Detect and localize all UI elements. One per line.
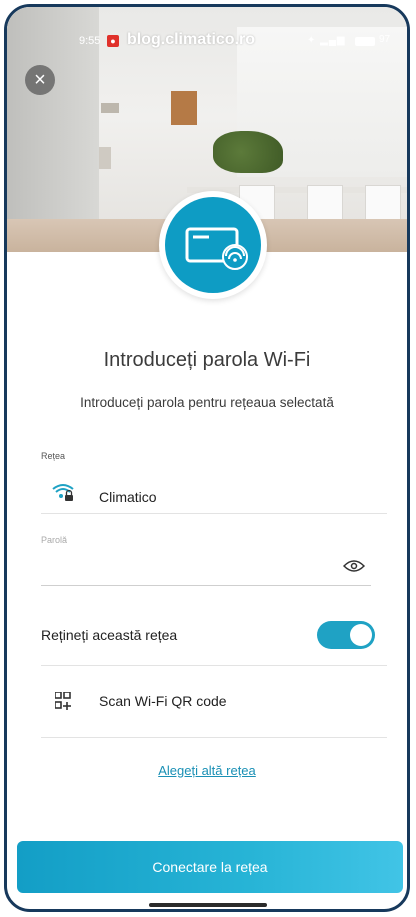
status-bar: 9:55 ● blog.climatico.ro ✦ ▂▄▆ 97	[7, 29, 407, 55]
air-conditioner-wifi-icon	[185, 227, 248, 270]
close-icon: ×	[34, 69, 46, 91]
scan-qr-label: Scan Wi-Fi QR code	[99, 693, 227, 709]
connect-button[interactable]: Conectare la rețea	[17, 841, 403, 893]
choose-other-network-link[interactable]: Alegeți altă rețea	[7, 763, 407, 778]
page-subtitle: Introduceți parola pentru rețeaua select…	[80, 395, 334, 410]
close-button[interactable]: ×	[25, 65, 55, 95]
battery-percent: 97	[379, 34, 391, 45]
page-title: Introduceți parola Wi-Fi	[103, 349, 311, 371]
remember-network-toggle[interactable]	[317, 621, 375, 649]
battery-icon	[355, 37, 375, 46]
password-field	[41, 547, 371, 586]
network-name: Climatico	[99, 489, 157, 505]
status-time: 9:55	[79, 35, 101, 47]
network-field: Climatico	[41, 475, 387, 514]
qr-code-icon	[55, 692, 71, 710]
phone-frame: 9:55 ● blog.climatico.ro ✦ ▂▄▆ 97 × Intr…	[4, 4, 410, 912]
scan-qr-button[interactable]: Scan Wi-Fi QR code	[41, 667, 387, 738]
device-badge	[159, 191, 267, 299]
wifi-lock-icon	[52, 484, 74, 501]
password-label: Parolă	[41, 535, 68, 545]
password-input[interactable]	[41, 555, 305, 583]
remember-network-label: Rețineți această rețea	[41, 627, 178, 643]
record-indicator-icon: ●	[107, 35, 119, 47]
remember-network-row: Rețineți această rețea	[41, 613, 387, 666]
signal-icon: ✦ ▂▄▆	[307, 35, 346, 46]
network-label: Rețea	[41, 451, 66, 461]
browser-url: blog.climatico.ro	[127, 31, 256, 48]
eye-icon[interactable]	[342, 559, 366, 578]
home-indicator	[149, 903, 267, 907]
toggle-knob	[350, 624, 372, 646]
